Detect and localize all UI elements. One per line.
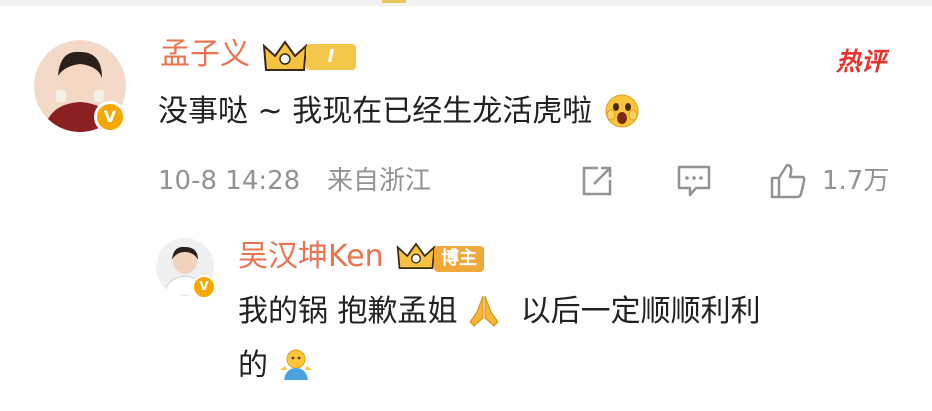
comment-text: 没事哒 ~ 我现在已经生龙活虎啦 xyxy=(158,92,640,132)
comment-icon[interactable] xyxy=(676,164,712,198)
comment-time: 10-8 14:28 xyxy=(158,166,301,196)
like-icon[interactable] xyxy=(768,162,808,200)
comment-location: 来自浙江 xyxy=(327,166,432,196)
surprised-emoji-icon xyxy=(605,94,639,127)
blogger-badge: 博主 xyxy=(434,246,484,272)
verified-badge: V xyxy=(94,101,126,133)
share-icon[interactable] xyxy=(580,164,614,198)
replier-crown-icon xyxy=(396,242,436,270)
top-divider xyxy=(0,0,932,6)
replier-verified-badge: V xyxy=(192,275,216,299)
reply-text-line-1: 我的锅 抱歉孟姐 以后一定顺顺利利 xyxy=(238,292,761,332)
level-badge: I xyxy=(306,44,356,70)
pray-emoji-icon xyxy=(469,295,499,327)
replier-username[interactable]: 吴汉坤Ken xyxy=(238,240,384,274)
hot-comment-label: 热评 xyxy=(836,47,887,76)
reply-text-line-2: 的 xyxy=(238,346,314,386)
like-count: 1.7万 xyxy=(822,166,890,196)
crown-icon xyxy=(262,40,308,71)
shrug-emoji-icon xyxy=(279,349,312,380)
commenter-username[interactable]: 孟子义 xyxy=(160,38,250,72)
